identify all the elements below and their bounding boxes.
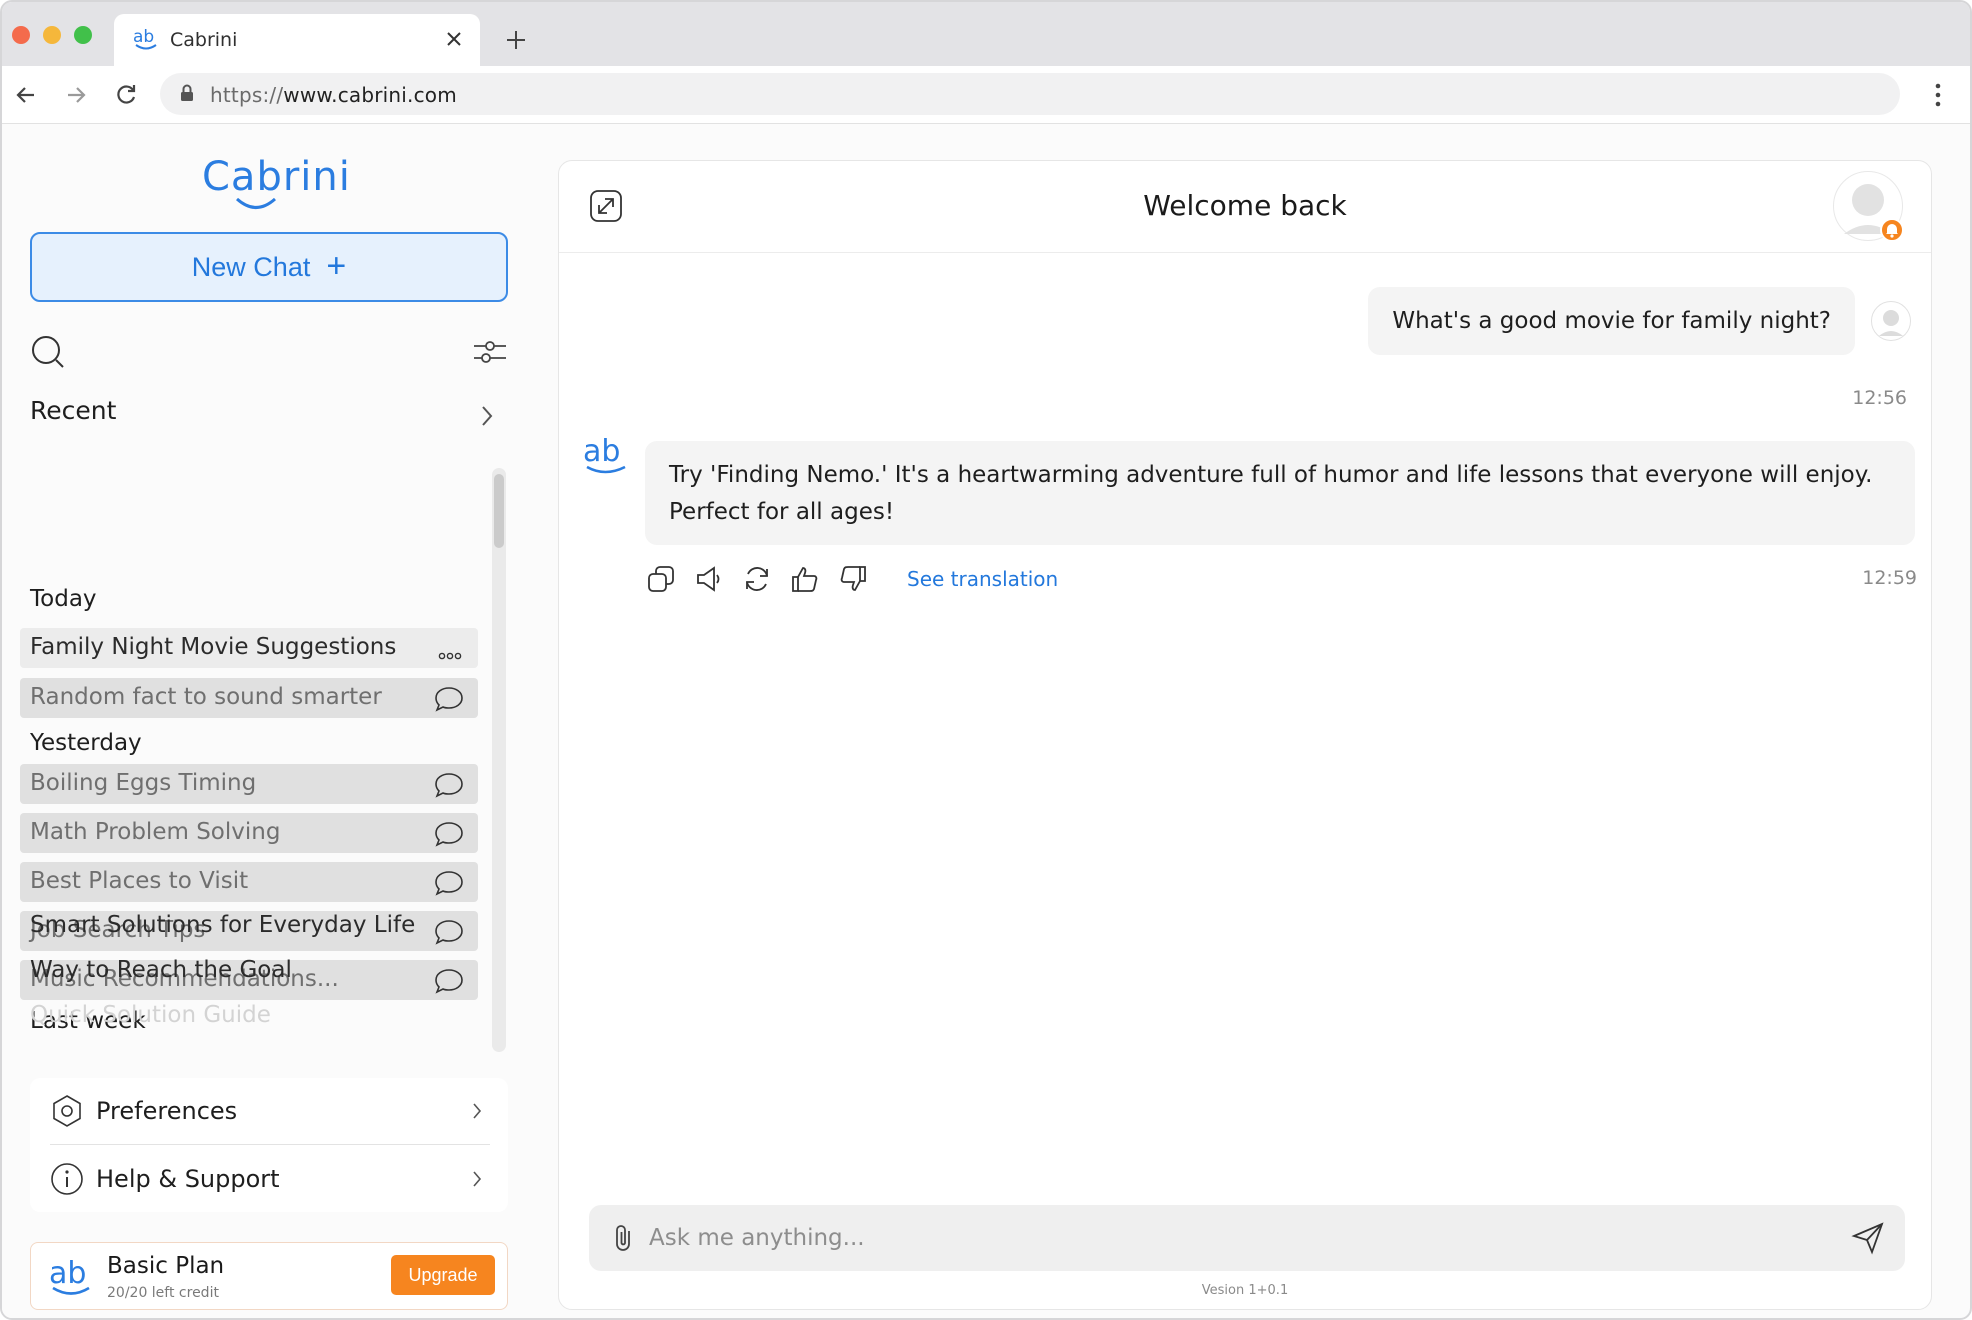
filter-icon[interactable] — [472, 334, 508, 374]
more-dots-icon[interactable] — [438, 645, 462, 664]
bot-message-bubble: Try 'Finding Nemo.' It's a heartwarming … — [645, 441, 1915, 545]
cabrini-logo: Cabrini — [202, 154, 351, 200]
group-label-today: Today — [30, 586, 97, 612]
chat-bubble-icon — [434, 820, 464, 852]
address-bar[interactable]: https://www.cabrini.com — [160, 73, 1900, 115]
history-item[interactable]: Best Places to Visit — [20, 862, 478, 902]
refresh-icon[interactable] — [741, 563, 773, 595]
thumbs-down-icon[interactable] — [837, 563, 869, 595]
settings-icon — [50, 1094, 84, 1132]
recent-header[interactable]: Recent — [30, 396, 500, 436]
history-scrollbar[interactable] — [492, 468, 506, 1052]
logo-smile-icon — [234, 196, 278, 218]
plan-name: Basic Plan — [107, 1253, 225, 1279]
reload-icon[interactable] — [112, 81, 140, 109]
preferences-label: Preferences — [96, 1097, 238, 1125]
version-label: Vesion 1+0.1 — [1201, 1283, 1289, 1298]
preferences-row[interactable]: Preferences — [50, 1078, 490, 1144]
browser-menu-icon[interactable] — [1932, 80, 1944, 110]
upgrade-button[interactable]: Upgrade — [391, 1255, 495, 1295]
chat-panel: Welcome back What's a good movie for fam… — [558, 160, 1932, 1310]
info-icon — [50, 1162, 84, 1200]
plan-card: ab Basic Plan 20/20 left credit Upgrade — [30, 1242, 508, 1310]
thumbs-up-icon[interactable] — [789, 563, 821, 595]
plan-credit: 20/20 left credit — [107, 1285, 219, 1301]
new-tab-icon[interactable] — [502, 26, 530, 54]
tab-title: Cabrini — [170, 29, 238, 51]
minimize-window-button[interactable] — [43, 26, 61, 44]
see-translation-link[interactable]: See translation — [907, 567, 1058, 591]
url-text: https://www.cabrini.com — [210, 83, 457, 107]
history-item[interactable]: Smart Solutions for Everyday Life — [30, 912, 415, 938]
browser-tab[interactable]: ab Cabrini — [114, 14, 480, 66]
browser-window: ab Cabrini https://www.cabrini.com Cabri… — [0, 0, 1972, 1320]
plus-icon: + — [326, 246, 347, 285]
message-input[interactable] — [649, 1217, 1829, 1259]
close-window-button[interactable] — [12, 26, 30, 44]
message-composer — [589, 1205, 1905, 1271]
user-message-bubble: What's a good movie for family night? — [1368, 287, 1855, 355]
svg-text:ab: ab — [49, 1257, 86, 1291]
user-avatar-small — [1871, 301, 1911, 341]
browser-toolbar: https://www.cabrini.com — [2, 66, 1970, 124]
message-timestamp: 12:56 — [1852, 387, 1907, 409]
chat-title: Welcome back — [1143, 189, 1347, 222]
chat-bubble-icon — [434, 685, 464, 717]
history-item[interactable]: Math Problem Solving — [20, 813, 478, 853]
plan-logo-icon: ab — [47, 1256, 95, 1301]
new-chat-label: New Chat — [191, 251, 311, 282]
recent-label: Recent — [30, 396, 117, 425]
notification-bell-icon[interactable] — [1880, 218, 1904, 242]
tab-bar: ab Cabrini — [2, 2, 1970, 66]
message-timestamp: 12:59 — [1862, 567, 1917, 589]
chat-header: Welcome back — [559, 161, 1931, 253]
maximize-window-button[interactable] — [74, 26, 92, 44]
history-item[interactable]: Random fact to sound smarter — [20, 678, 478, 718]
history-item[interactable]: Quick Solution Guide — [30, 1002, 271, 1028]
close-tab-icon[interactable] — [442, 27, 466, 51]
bot-avatar-icon: ab — [581, 434, 631, 483]
search-icon[interactable] — [30, 334, 66, 374]
chat-bubble-icon — [434, 771, 464, 803]
forward-arrow-icon[interactable] — [62, 81, 90, 109]
scrollbar-thumb[interactable] — [494, 474, 504, 548]
speaker-icon[interactable] — [693, 563, 725, 595]
copy-icon[interactable] — [645, 563, 677, 595]
sidebar: Cabrini New Chat + Recent Today Family N… — [2, 124, 532, 1318]
history-item[interactable]: Family Night Movie Suggestions — [20, 628, 478, 668]
history-item[interactable]: Way to Reach the Goal — [30, 957, 292, 983]
help-support-label: Help & Support — [96, 1165, 280, 1193]
new-chat-button[interactable]: New Chat + — [30, 232, 508, 302]
favicon-icon: ab — [132, 26, 160, 56]
avatar-icon — [1879, 310, 1903, 336]
svg-text:ab: ab — [133, 27, 154, 47]
paperclip-icon[interactable] — [609, 1221, 639, 1259]
message-actions: See translation — [645, 561, 1058, 597]
last-week-list: Smart Solutions for Everyday Life Way to… — [20, 912, 480, 1054]
chat-bubble-icon — [434, 869, 464, 901]
history-item[interactable]: Boiling Eggs Timing — [20, 764, 478, 804]
help-support-row[interactable]: Help & Support — [50, 1146, 490, 1212]
divider — [50, 1144, 490, 1145]
send-icon[interactable] — [1851, 1221, 1885, 1259]
svg-text:ab: ab — [583, 435, 620, 469]
user-avatar[interactable] — [1833, 171, 1904, 242]
lock-icon — [180, 84, 194, 106]
chevron-right-icon — [472, 1170, 482, 1192]
chevron-right-icon — [480, 404, 494, 432]
chevron-right-icon — [472, 1102, 482, 1124]
group-label-yesterday: Yesterday — [30, 730, 142, 756]
back-arrow-icon[interactable] — [12, 81, 40, 109]
settings-card: Preferences Help & Support — [30, 1078, 508, 1212]
